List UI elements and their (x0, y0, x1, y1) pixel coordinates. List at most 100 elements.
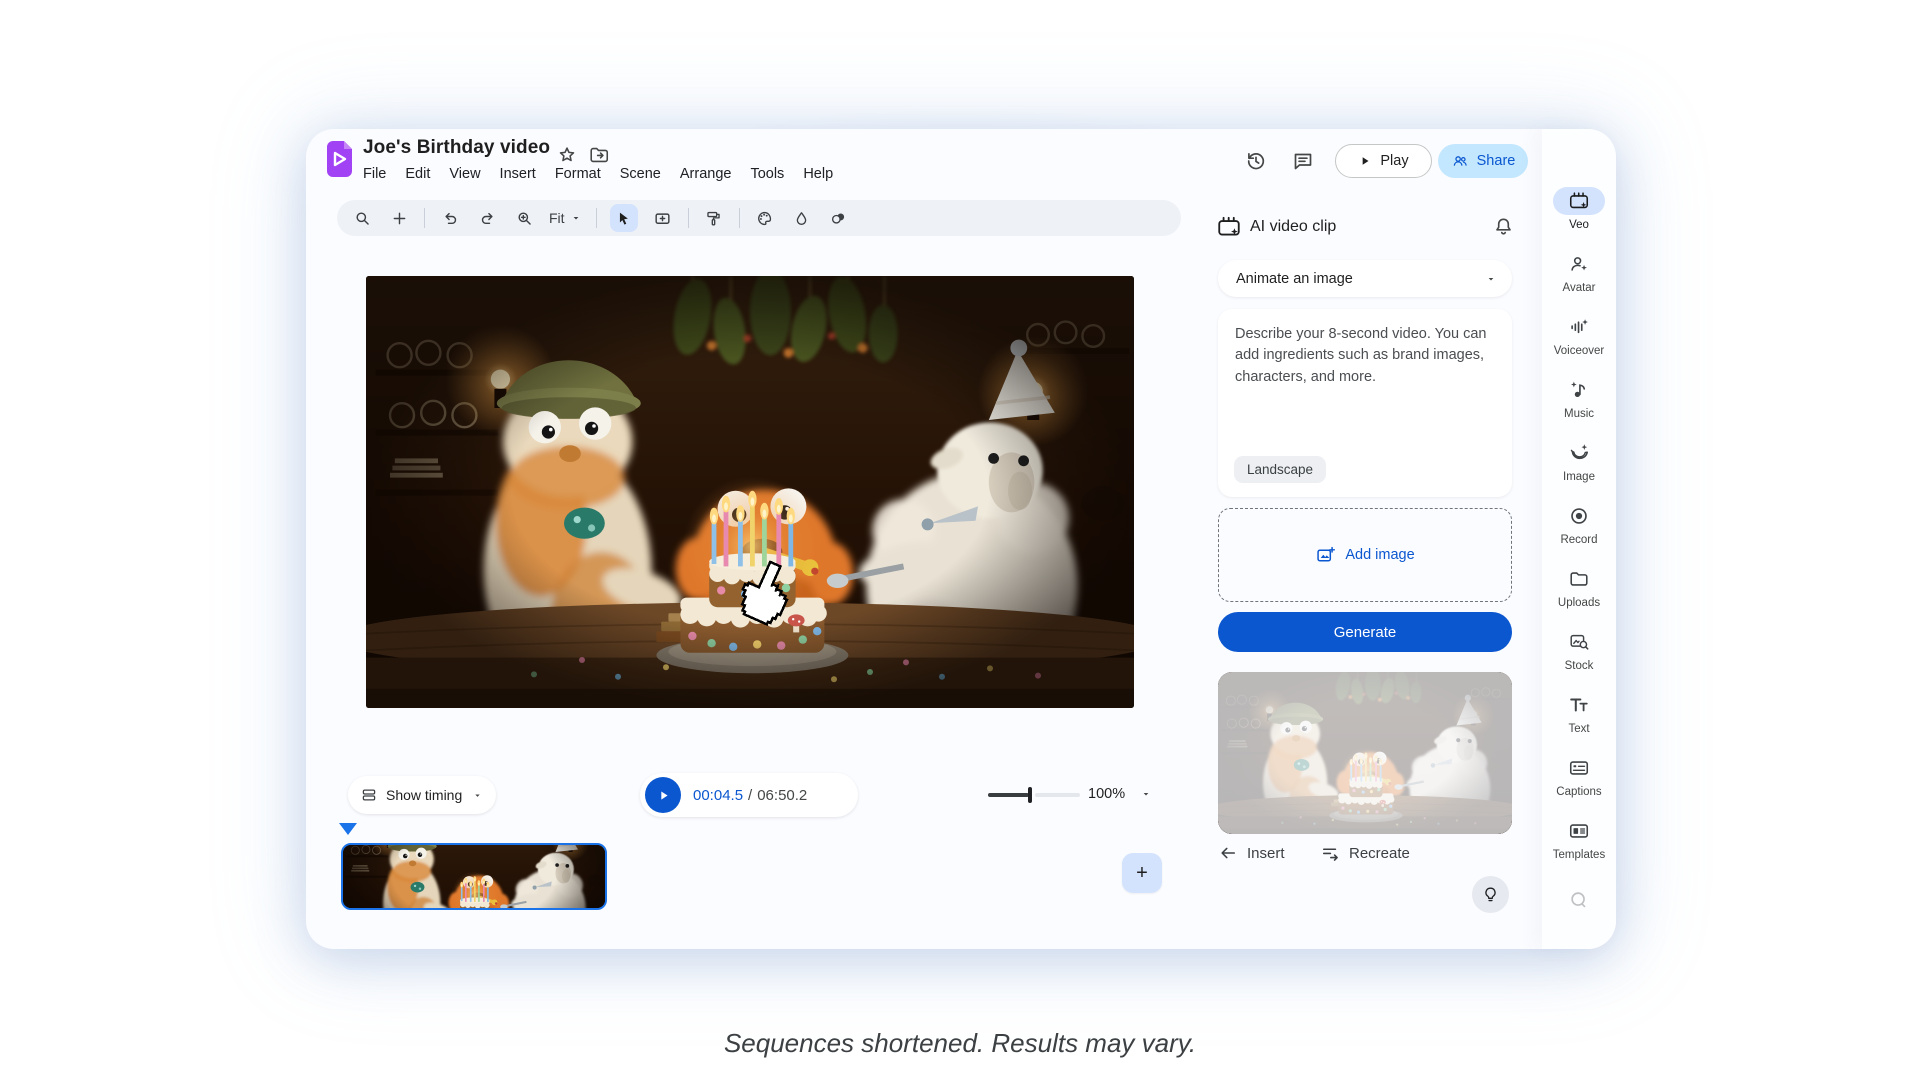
chevron-down-icon (1484, 272, 1498, 286)
zoom-in-icon[interactable] (512, 206, 536, 230)
timeline-play-button[interactable] (645, 777, 681, 813)
menu-format[interactable]: Format (555, 166, 601, 182)
rail-item-record[interactable]: Record (1542, 502, 1616, 565)
zoom-level-value[interactable]: 100% (1088, 786, 1125, 802)
move-folder-icon[interactable] (587, 144, 611, 166)
menu-edit[interactable]: Edit (405, 166, 430, 182)
timeline-clip-thumbnail[interactable] (341, 843, 607, 910)
play-button-label: Play (1380, 153, 1408, 169)
add-image-icon (1315, 545, 1336, 566)
notifications-bell-icon[interactable] (1492, 215, 1515, 238)
video-canvas[interactable] (366, 276, 1134, 708)
zoom-slider-track-empty[interactable] (1035, 793, 1080, 797)
tips-lightbulb-button[interactable] (1472, 876, 1509, 913)
rail-label: Veo (1569, 219, 1589, 231)
arrow-left-icon (1218, 843, 1238, 863)
rail-item-uploads[interactable]: Uploads (1542, 565, 1616, 628)
add-scene-tool-icon[interactable] (651, 206, 675, 230)
play-button[interactable]: Play (1335, 144, 1432, 178)
fit-zoom-select[interactable]: Fit (549, 210, 583, 226)
chevron-down-icon (569, 211, 583, 225)
generate-button[interactable]: Generate (1218, 612, 1512, 652)
waveform-sparkle-icon (1553, 313, 1605, 341)
mode-dropdown[interactable]: Animate an image (1218, 260, 1512, 297)
zoom-plus-icon[interactable] (387, 206, 411, 230)
fit-zoom-label: Fit (549, 210, 565, 226)
add-image-button[interactable]: Add image (1218, 508, 1512, 602)
captions-card-icon (1553, 754, 1605, 782)
rail-item-templates[interactable]: Templates (1542, 817, 1616, 880)
rail-item-veo[interactable]: Veo (1542, 187, 1616, 250)
aspect-ratio-chip[interactable]: Landscape (1234, 456, 1326, 483)
lightbulb-icon (1481, 885, 1500, 904)
share-people-icon (1451, 152, 1469, 170)
menu-scene[interactable]: Scene (620, 166, 661, 182)
paint-roller-icon[interactable] (702, 206, 726, 230)
chevron-down-icon[interactable] (1139, 787, 1153, 801)
shape-circle-icon (1553, 886, 1605, 914)
toolbar-divider (596, 208, 597, 228)
share-button-label: Share (1477, 153, 1516, 169)
rail-item-captions[interactable]: Captions (1542, 754, 1616, 817)
image-search-icon (1553, 628, 1605, 656)
rail-item-stock[interactable]: Stock (1542, 628, 1616, 691)
menu-view[interactable]: View (449, 166, 480, 182)
rail-item-avatar[interactable]: Avatar (1542, 250, 1616, 313)
show-timing-select[interactable]: Show timing (348, 776, 496, 814)
version-history-icon[interactable] (1244, 149, 1268, 173)
undo-icon[interactable] (438, 206, 462, 230)
editor-toolbar: Fit (337, 200, 1181, 236)
current-time: 00:04.5 (693, 787, 743, 804)
comment-icon[interactable] (1291, 149, 1315, 173)
document-title[interactable]: Joe's Birthday video (363, 137, 550, 159)
insert-button[interactable]: Insert (1218, 843, 1285, 863)
recreate-button[interactable]: Recreate (1320, 843, 1410, 863)
star-icon[interactable] (556, 144, 578, 166)
clip-frame (343, 845, 605, 908)
mode-dropdown-value: Animate an image (1236, 271, 1353, 287)
folder-icon (1553, 565, 1605, 593)
music-note-sparkle-icon (1553, 376, 1605, 404)
templates-card-icon (1553, 817, 1605, 845)
blend-circles-icon[interactable] (827, 206, 851, 230)
rail-item-music[interactable]: Music (1542, 376, 1616, 439)
rail-item-more[interactable] (1542, 886, 1616, 949)
rail-label: Avatar (1562, 282, 1595, 294)
menu-arrange[interactable]: Arrange (680, 166, 732, 182)
rail-item-text[interactable]: Text (1542, 691, 1616, 754)
rail-item-image[interactable]: Image (1542, 439, 1616, 502)
menu-bar: File Edit View Insert Format Scene Arran… (363, 166, 833, 182)
rail-label: Captions (1556, 786, 1601, 798)
total-time: 06:50.2 (757, 787, 807, 804)
rail-label: Music (1564, 408, 1594, 420)
zoom-slider-track-filled[interactable] (988, 793, 1029, 797)
prompt-input[interactable]: Describe your 8-second video. You can ad… (1218, 309, 1512, 497)
menu-tools[interactable]: Tools (750, 166, 784, 182)
search-icon[interactable] (350, 206, 374, 230)
rail-label: Voiceover (1554, 345, 1605, 357)
rail-item-voiceover[interactable]: Voiceover (1542, 313, 1616, 376)
rail-label: Templates (1553, 849, 1605, 861)
menu-help[interactable]: Help (803, 166, 833, 182)
zoom-slider-handle[interactable] (1028, 787, 1032, 803)
preview-loading-overlay (1218, 672, 1512, 834)
share-button[interactable]: Share (1438, 144, 1528, 178)
select-tool-button[interactable] (610, 204, 638, 232)
playhead-marker[interactable] (339, 823, 357, 835)
playback-controls: 00:04.5/06:50.2 (640, 773, 858, 817)
chevron-down-icon (471, 789, 484, 802)
menu-insert[interactable]: Insert (500, 166, 536, 182)
add-scene-button[interactable]: + (1122, 853, 1162, 893)
disclaimer-caption: Sequences shortened. Results may vary. (0, 1028, 1920, 1059)
vids-logo-icon[interactable] (325, 141, 352, 177)
droplet-icon[interactable] (790, 206, 814, 230)
menu-file[interactable]: File (363, 166, 386, 182)
palette-icon[interactable] (753, 206, 777, 230)
text-tt-icon (1553, 691, 1605, 719)
redo-icon[interactable] (475, 206, 499, 230)
show-timing-label: Show timing (386, 787, 462, 803)
prompt-placeholder: Describe your 8-second video. You can ad… (1235, 324, 1495, 388)
toolbar-divider (739, 208, 740, 228)
insert-label: Insert (1247, 845, 1285, 862)
generated-preview[interactable] (1218, 672, 1512, 834)
